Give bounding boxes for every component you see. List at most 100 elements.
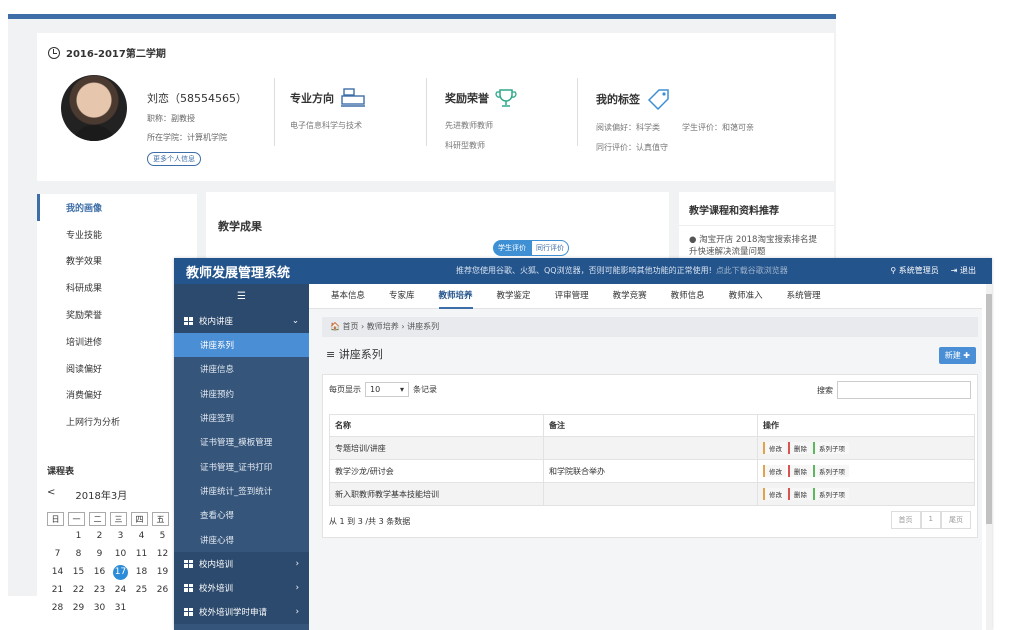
- calendar-day[interactable]: 31: [110, 601, 131, 616]
- sidebar-item[interactable]: 讲座签到: [174, 406, 309, 430]
- sidebar-item[interactable]: 讲座统计_签到统计: [174, 479, 309, 503]
- left-nav-item[interactable]: 科研成果: [37, 274, 197, 301]
- calendar-day[interactable]: 28: [47, 601, 68, 616]
- calendar-day[interactable]: 7: [47, 547, 68, 562]
- sidebar-group[interactable]: 校外培训 ›: [174, 575, 309, 600]
- calendar-day[interactable]: 19: [152, 565, 173, 580]
- tab-experts[interactable]: 专家库: [389, 284, 415, 309]
- tab-peer-eval[interactable]: 同行评价: [531, 240, 569, 256]
- menu-toggle-icon[interactable]: ☰: [174, 284, 309, 309]
- left-nav-item[interactable]: 上网行为分析: [37, 408, 197, 435]
- tab-review[interactable]: 评审管理: [555, 284, 589, 309]
- profile-title: 职称：副教授: [147, 114, 195, 123]
- calendar-day[interactable]: 14: [47, 565, 68, 580]
- calendar-day[interactable]: 26: [152, 583, 173, 598]
- calendar-day[interactable]: 5: [152, 529, 173, 544]
- sidebar-item[interactable]: 讲座心得: [174, 527, 309, 551]
- sidebar-group-open[interactable]: 校内讲座 ⌄: [174, 309, 309, 333]
- sidebar-item[interactable]: 讲座预约: [174, 382, 309, 406]
- calendar-day[interactable]: 21: [47, 583, 68, 598]
- last-page-button[interactable]: 尾页: [941, 511, 971, 529]
- edit-button[interactable]: 修改: [763, 488, 786, 500]
- search-input[interactable]: [837, 381, 971, 399]
- cash-register-icon: [341, 88, 365, 107]
- delete-button[interactable]: 删除: [788, 465, 811, 477]
- awards-line1: 先进教师教师: [445, 121, 493, 130]
- left-nav-item[interactable]: 教学效果: [37, 248, 197, 275]
- download-chrome-link[interactable]: 点此下载谷歌浏览器: [716, 266, 788, 275]
- page-number-button[interactable]: 1: [920, 511, 941, 529]
- page-length-select[interactable]: 10 ▾: [365, 382, 409, 397]
- calendar-day[interactable]: 1: [68, 529, 89, 544]
- calendar-day[interactable]: 12: [152, 547, 173, 562]
- user-menu[interactable]: ⚲ 系统管理员: [890, 265, 938, 276]
- sidebar-item[interactable]: 讲座信息: [174, 357, 309, 381]
- calendar-day[interactable]: 24: [110, 583, 131, 598]
- cell-actions: 修改 删除 系列子项: [757, 459, 975, 483]
- more-info-button[interactable]: 更多个人信息: [147, 152, 201, 166]
- delete-button[interactable]: 删除: [788, 442, 811, 454]
- calendar-day[interactable]: 30: [89, 601, 110, 616]
- tab-teacher-training[interactable]: 教师培养: [438, 284, 473, 309]
- calendar-day: [131, 601, 152, 616]
- tab-student-eval[interactable]: 学生评价: [493, 240, 531, 256]
- sidebar-item[interactable]: 证书管理_模板管理: [174, 430, 309, 454]
- edit-button[interactable]: 修改: [763, 465, 786, 477]
- left-nav-item[interactable]: 阅读偏好: [37, 355, 197, 382]
- tags-block: 我的标签 阅读偏好：科学类 学生评价：和蔼可亲 同行评价：认真值守: [596, 88, 754, 153]
- grid-icon: [184, 583, 193, 592]
- tab-system[interactable]: 系统管理: [787, 284, 821, 309]
- calendar-day[interactable]: 11: [131, 547, 152, 562]
- grid-icon: [184, 559, 193, 568]
- calendar-day[interactable]: 3: [110, 529, 131, 544]
- scrollbar-thumb[interactable]: [986, 294, 992, 524]
- delete-button[interactable]: 删除: [788, 488, 811, 500]
- calendar-day[interactable]: 4: [131, 529, 152, 544]
- calendar-day[interactable]: 23: [89, 583, 110, 598]
- tab-teaching-appraisal[interactable]: 教学鉴定: [497, 284, 531, 309]
- app-title: 教师发展管理系统: [186, 266, 291, 281]
- left-nav-item[interactable]: 我的画像: [37, 194, 197, 221]
- subitems-button[interactable]: 系列子项: [813, 488, 849, 500]
- calendar-day[interactable]: 15: [68, 565, 89, 580]
- new-button[interactable]: 新建 ✚: [938, 347, 976, 364]
- calendar-prev-button[interactable]: <: [47, 487, 55, 502]
- logout-button[interactable]: ⇥ 退出: [951, 265, 976, 276]
- subitems-button[interactable]: 系列子项: [813, 465, 849, 477]
- left-nav-item[interactable]: 消费偏好: [37, 382, 197, 409]
- sidebar-item[interactable]: 证书管理_证书打印: [174, 454, 309, 478]
- edit-button[interactable]: 修改: [763, 442, 786, 454]
- tab-basic-info[interactable]: 基本信息: [331, 284, 365, 309]
- sidebar-item[interactable]: 讲座系列: [174, 333, 309, 358]
- tab-teacher-access[interactable]: 教师准入: [729, 284, 763, 309]
- calendar-day[interactable]: 10: [110, 547, 131, 562]
- col-name-header[interactable]: 名称: [329, 414, 544, 437]
- left-nav-item[interactable]: 奖励荣誉: [37, 301, 197, 328]
- sidebar-item[interactable]: 查看心得: [174, 503, 309, 527]
- first-page-button[interactable]: 首页: [890, 511, 921, 529]
- tag-icon: [647, 89, 669, 110]
- calendar-day[interactable]: 16: [89, 565, 110, 580]
- left-nav-item[interactable]: 专业技能: [37, 221, 197, 248]
- left-nav-item[interactable]: 培训进修: [37, 328, 197, 355]
- col-note-header[interactable]: 备注: [543, 414, 758, 437]
- subitems-button[interactable]: 系列子项: [813, 442, 849, 454]
- page-length: 每页显示 10 ▾ 条记录: [329, 382, 437, 397]
- sidebar-group[interactable]: 校内培训 ›: [174, 551, 309, 576]
- tab-competition[interactable]: 教学竞赛: [613, 284, 647, 309]
- calendar-day[interactable]: 8: [68, 547, 89, 562]
- calendar-day[interactable]: 17: [113, 565, 128, 580]
- calendar-day[interactable]: 22: [68, 583, 89, 598]
- calendar-day: [152, 601, 173, 616]
- calendar-month-row: <2018年3月: [47, 487, 187, 502]
- calendar-day[interactable]: 18: [131, 565, 152, 580]
- calendar-day[interactable]: 9: [89, 547, 110, 562]
- logout-icon: ⇥: [950, 266, 960, 275]
- scrollbar[interactable]: [986, 284, 992, 630]
- calendar-day[interactable]: 25: [131, 583, 152, 598]
- tab-teacher-info[interactable]: 教师信息: [671, 284, 705, 309]
- calendar-day[interactable]: 29: [68, 601, 89, 616]
- sidebar-group[interactable]: 校外培训学时申请 ›: [174, 599, 309, 624]
- calendar-day[interactable]: 2: [89, 529, 110, 544]
- profile-card: 2016-2017第二学期 刘恋（58554565） 职称：副教授 所在学院：计…: [37, 33, 834, 181]
